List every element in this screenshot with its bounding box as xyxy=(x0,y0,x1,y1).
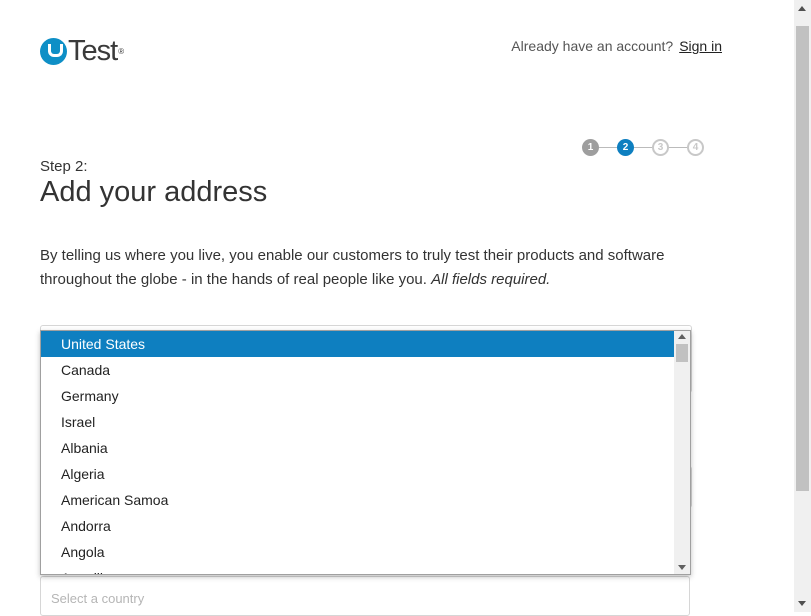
country-select-placeholder: Select a country xyxy=(51,591,145,606)
sign-in-link[interactable]: Sign in xyxy=(679,38,722,54)
country-select[interactable]: Select a country xyxy=(40,576,690,616)
step-progress: 1 2 3 4 xyxy=(582,139,704,156)
country-option[interactable]: United States xyxy=(41,331,675,357)
step-connector xyxy=(599,147,617,148)
dropdown-scrollbar[interactable] xyxy=(674,331,690,574)
step-2-indicator: 2 xyxy=(617,139,634,156)
step-connector xyxy=(669,147,687,148)
step-3-indicator: 3 xyxy=(652,139,669,156)
scroll-down-arrow-icon[interactable] xyxy=(678,565,686,570)
page-scrollbar[interactable] xyxy=(794,0,811,612)
country-option[interactable]: Andorra xyxy=(41,513,675,539)
country-option[interactable]: Albania xyxy=(41,435,675,461)
scroll-up-arrow-icon[interactable] xyxy=(678,334,686,339)
dropdown-scroll-thumb[interactable] xyxy=(676,344,688,362)
country-option[interactable]: Angola xyxy=(41,539,675,565)
country-option[interactable]: Israel xyxy=(41,409,675,435)
intro-text: By telling us where you live, you enable… xyxy=(40,244,720,292)
logo-u-icon xyxy=(40,37,67,65)
country-dropdown-list[interactable]: United States Canada Germany Israel Alba… xyxy=(40,330,691,575)
intro-description: By telling us where you live, you enable… xyxy=(40,247,665,288)
account-prompt: Already have an account? xyxy=(511,38,674,54)
fields-required-note: All fields required. xyxy=(431,271,551,288)
page-scroll-thumb[interactable] xyxy=(796,26,809,491)
page-scroll-down-icon[interactable] xyxy=(798,601,806,606)
country-option[interactable]: Germany xyxy=(41,383,675,409)
country-option[interactable]: Anguilla xyxy=(41,565,675,574)
step-connector xyxy=(634,147,652,148)
utest-logo[interactable]: Test ® xyxy=(40,36,124,66)
country-option[interactable]: American Samoa xyxy=(41,487,675,513)
page-scroll-up-icon[interactable] xyxy=(798,6,806,11)
step-label: Step 2: xyxy=(40,158,88,175)
country-options: United States Canada Germany Israel Alba… xyxy=(41,331,675,574)
country-option[interactable]: Canada xyxy=(41,357,675,383)
page-title: Add your address xyxy=(40,176,268,208)
logo-registered-mark: ® xyxy=(118,46,125,56)
step-4-indicator: 4 xyxy=(687,139,704,156)
account-prompt-area: Already have an account? Sign in xyxy=(511,38,722,54)
step-1-indicator: 1 xyxy=(582,139,599,156)
country-option[interactable]: Algeria xyxy=(41,461,675,487)
logo-text: Test xyxy=(68,35,118,67)
